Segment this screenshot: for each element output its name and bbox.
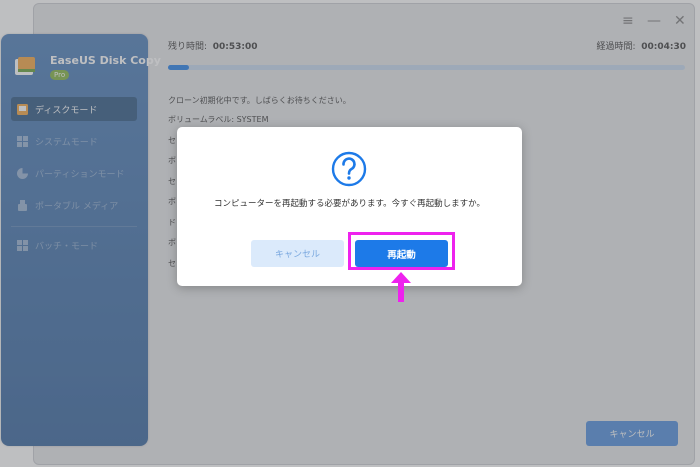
restart-dialog: コンピューターを再起動する必要があります。今すぐ再起動しますか。 キャンセル 再… (177, 127, 522, 286)
dialog-message: コンピューターを再起動する必要があります。今すぐ再起動しますか。 (214, 199, 485, 209)
arrow-up-icon (391, 272, 411, 302)
dialog-cancel-button[interactable]: キャンセル (251, 240, 344, 267)
restart-button[interactable]: 再起動 (355, 240, 448, 267)
question-icon (331, 151, 367, 187)
